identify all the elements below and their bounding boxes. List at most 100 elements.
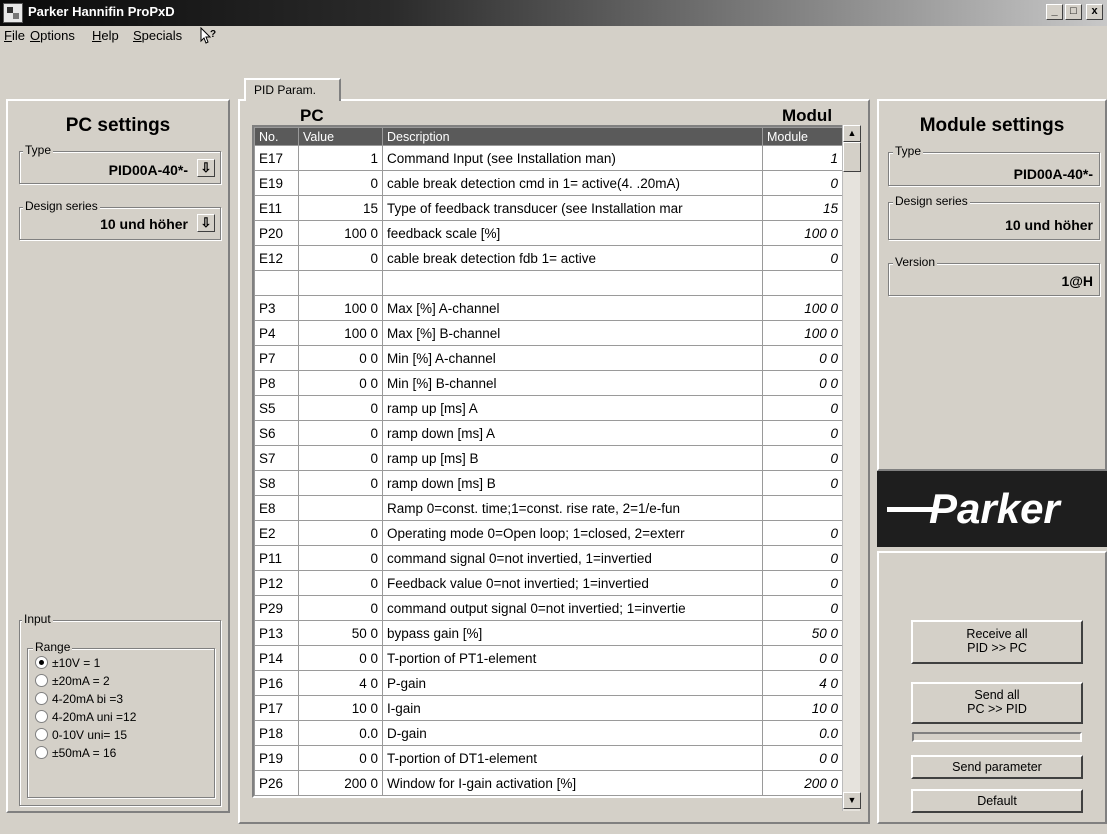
param-number[interactable]: E19 <box>254 170 299 196</box>
param-number[interactable]: P16 <box>254 670 299 696</box>
param-value[interactable]: 1 <box>298 270 383 296</box>
receive-all-button[interactable]: Receive all PID >> PC <box>911 620 1083 664</box>
scroll-down-icon[interactable]: ▼ <box>843 792 861 809</box>
tab-pid-param[interactable]: PID Param. <box>244 78 341 101</box>
table-row[interactable]: P19 0 0 T-portion of DT1-element 0 0 <box>254 745 843 771</box>
range-option[interactable]: ±10V = 1 <box>35 656 210 674</box>
param-number[interactable]: P7 <box>254 345 299 371</box>
send-all-button[interactable]: Send all PC >> PID <box>911 682 1083 724</box>
table-row[interactable]: P13 50 0 bypass gain [%] 50 0 <box>254 620 843 646</box>
param-description[interactable]: Feedback value 0=not invertied; 1=invert… <box>382 570 763 596</box>
param-value[interactable]: 0 <box>298 545 383 571</box>
module-value[interactable]: 1 <box>762 145 843 171</box>
radio-icon[interactable] <box>35 674 48 687</box>
module-value[interactable]: 4 0 <box>762 670 843 696</box>
table-row[interactable]: P4 100 0 Max [%] B-channel 100 0 <box>254 320 843 346</box>
param-description[interactable]: I-gain <box>382 695 763 721</box>
module-value[interactable]: 0.0 <box>762 720 843 746</box>
scroll-up-icon[interactable]: ▲ <box>843 125 861 142</box>
module-value[interactable]: 0 <box>762 420 843 446</box>
param-description[interactable]: Max [%] B-channel <box>382 320 763 346</box>
table-row[interactable]: P17 10 0 I-gain 10 0 <box>254 695 843 721</box>
param-description[interactable]: cable break detection cmd in 1= active(4… <box>382 170 763 196</box>
param-value[interactable]: 0 <box>298 245 383 271</box>
range-option[interactable]: ±20mA = 2 <box>35 674 210 692</box>
menu-specials[interactable]: Specials <box>133 28 182 43</box>
param-description[interactable]: feedback scale [%] <box>382 220 763 246</box>
param-number[interactable]: P29 <box>254 595 299 621</box>
param-description[interactable]: command output signal 0=not invertied; 1… <box>382 595 763 621</box>
param-number[interactable]: P3 <box>254 295 299 321</box>
table-row[interactable]: E12 0 cable break detection fdb 1= active 0 <box>254 245 843 271</box>
param-description[interactable]: ramp down [ms] B <box>382 470 763 496</box>
param-description[interactable]: Type of feedback transducer (see Install… <box>382 195 763 221</box>
module-value[interactable]: 200 0 <box>762 770 843 796</box>
module-value[interactable]: 100 0 <box>762 295 843 321</box>
param-number[interactable]: S6 <box>254 420 299 446</box>
module-value[interactable]: 0 <box>762 395 843 421</box>
radio-icon[interactable] <box>35 728 48 741</box>
radio-icon[interactable] <box>35 692 48 705</box>
param-value[interactable]: 10 0 <box>298 695 383 721</box>
table-row[interactable]: E11 15 Type of feedback transducer (see In… <box>254 195 843 221</box>
pc-type-dropdown-icon[interactable]: ⇩ <box>197 159 215 177</box>
module-value[interactable]: 100 0 <box>762 220 843 246</box>
table-row[interactable]: P8 0 0 Min [%] B-channel 0 0 <box>254 370 843 396</box>
param-description[interactable]: T-portion of PT1-element <box>382 645 763 671</box>
param-description[interactable]: Operating mode 0=Open loop; 1=closed, 2=… <box>382 520 763 546</box>
param-description[interactable]: Max [%] A-channel <box>382 295 763 321</box>
param-value[interactable]: 15 <box>298 195 383 221</box>
param-value[interactable]: 100 0 <box>298 295 383 321</box>
range-option[interactable]: 4-20mA bi =3 <box>35 692 210 710</box>
param-value[interactable]: 0 <box>298 170 383 196</box>
param-number[interactable]: P17 <box>254 695 299 721</box>
radio-icon[interactable] <box>35 656 48 669</box>
param-value[interactable]: 0 <box>298 445 383 471</box>
menu-file[interactable]: File <box>4 28 25 43</box>
module-value[interactable] <box>762 495 843 521</box>
param-value[interactable]: 0 0 <box>298 745 383 771</box>
param-value[interactable] <box>298 495 383 521</box>
param-description[interactable]: P-gain <box>382 670 763 696</box>
param-value[interactable]: 0 <box>298 595 383 621</box>
module-value[interactable]: 0 <box>762 245 843 271</box>
param-description[interactable]: T-portion of DT1-element <box>382 745 763 771</box>
table-row[interactable]: E20 1 Command Output (see Installation man… <box>254 270 843 296</box>
module-value[interactable]: 0 <box>762 545 843 571</box>
column-no[interactable]: No. <box>254 127 299 146</box>
param-number[interactable]: S5 <box>254 395 299 421</box>
module-value[interactable]: 0 <box>762 445 843 471</box>
default-button[interactable]: Default <box>911 789 1083 813</box>
param-number[interactable]: E8 <box>254 495 299 521</box>
param-value[interactable]: 200 0 <box>298 770 383 796</box>
param-value[interactable]: 0.0 <box>298 720 383 746</box>
param-value[interactable]: 4 0 <box>298 670 383 696</box>
param-value[interactable]: 100 0 <box>298 320 383 346</box>
param-value[interactable]: 0 0 <box>298 645 383 671</box>
table-row[interactable]: P26 200 0 Window for I-gain activation [%]… <box>254 770 843 796</box>
table-row[interactable]: E17 1 Command Input (see Installation man)… <box>254 145 843 171</box>
param-number[interactable]: P19 <box>254 745 299 771</box>
table-row[interactable]: P12 0 Feedback value 0=not invertied; 1=in… <box>254 570 843 596</box>
app-icon[interactable] <box>3 3 23 23</box>
module-value[interactable]: 0 0 <box>762 370 843 396</box>
param-description[interactable]: cable break detection fdb 1= active <box>382 245 763 271</box>
radio-icon[interactable] <box>35 746 48 759</box>
param-description[interactable]: Ramp 0=const. time;1=const. rise rate, 2… <box>382 495 763 521</box>
param-number[interactable]: E17 <box>254 145 299 171</box>
module-value[interactable]: 50 0 <box>762 620 843 646</box>
param-number[interactable]: S8 <box>254 470 299 496</box>
param-number[interactable]: E12 <box>254 245 299 271</box>
param-description[interactable]: Min [%] B-channel <box>382 370 763 396</box>
pc-type-value[interactable]: PID00A-40*- <box>30 162 188 178</box>
param-value[interactable]: 50 0 <box>298 620 383 646</box>
table-row[interactable]: E19 0 cable break detection cmd in 1= acti… <box>254 170 843 196</box>
param-value[interactable]: 0 <box>298 520 383 546</box>
table-row[interactable]: P7 0 0 Min [%] A-channel 0 0 <box>254 345 843 371</box>
param-value[interactable]: 1 <box>298 145 383 171</box>
param-description[interactable]: Window for I-gain activation [%] <box>382 770 763 796</box>
param-number[interactable]: P12 <box>254 570 299 596</box>
column-value[interactable]: Value <box>298 127 383 146</box>
pc-design-value[interactable]: 10 und höher <box>30 216 188 232</box>
module-value[interactable]: 0 <box>762 170 843 196</box>
